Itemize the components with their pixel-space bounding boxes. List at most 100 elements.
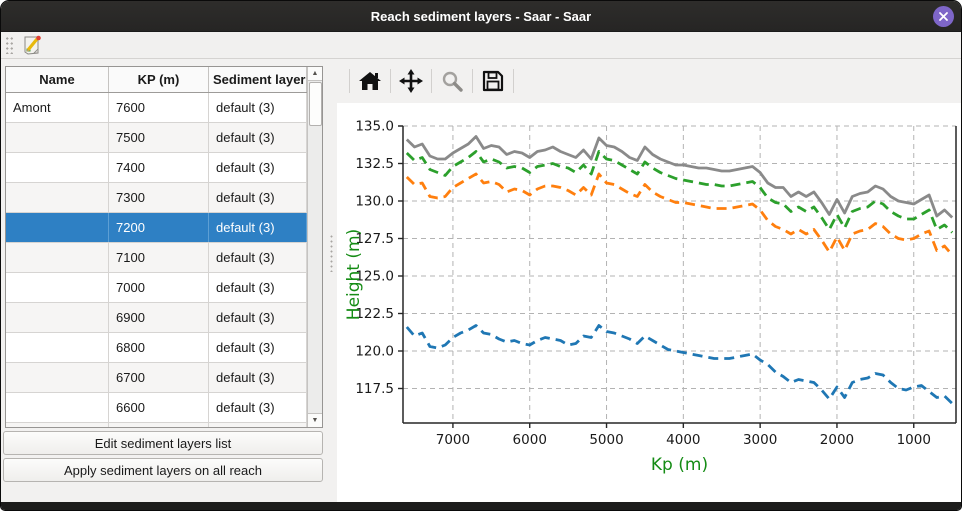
pan-button[interactable] [398, 68, 424, 94]
toolbar-separator [513, 69, 514, 93]
toolbar-separator [349, 69, 350, 93]
toolbar-drag-handle[interactable] [5, 36, 14, 54]
cell-name[interactable] [6, 423, 109, 427]
content-area: Name KP (m) Sediment layers Amont7600def… [1, 59, 961, 503]
y-tick-label: 132.5 [355, 156, 394, 172]
table-row[interactable] [6, 423, 307, 427]
close-icon [938, 11, 949, 22]
cell-layers[interactable]: default (3) [209, 363, 307, 392]
toolbar-separator [431, 69, 432, 93]
window-bottom-border [1, 502, 961, 510]
cell-layers[interactable]: default (3) [209, 273, 307, 302]
column-header-kp[interactable]: KP (m) [109, 67, 209, 92]
y-tick-label: 117.5 [355, 381, 394, 397]
scroll-up-button[interactable]: ▲ [308, 67, 323, 81]
table-header: Name KP (m) Sediment layers [6, 67, 307, 93]
cell-name[interactable] [6, 333, 109, 362]
scroll-down-button[interactable]: ▼ [308, 413, 323, 427]
plot-toolbar [337, 59, 961, 103]
window-title: Reach sediment layers - Saar - Saar [371, 9, 591, 24]
scrollbar-thumb[interactable] [309, 82, 322, 126]
titlebar: Reach sediment layers - Saar - Saar [1, 1, 961, 32]
cell-layers[interactable]: default (3) [209, 123, 307, 152]
cell-kp[interactable]: 7300 [109, 183, 209, 212]
x-tick-label: 1000 [897, 432, 931, 448]
table-row[interactable]: Amont7600default (3) [6, 93, 307, 123]
up-arrow-icon: ▲ [312, 70, 319, 77]
table-row[interactable]: 6900default (3) [6, 303, 307, 333]
table-row[interactable]: 7300default (3) [6, 183, 307, 213]
cell-kp[interactable]: 7200 [109, 213, 209, 242]
cell-layers[interactable]: default (3) [209, 333, 307, 362]
cell-kp[interactable]: 7500 [109, 123, 209, 152]
close-button[interactable] [933, 6, 954, 27]
table-body: Name KP (m) Sediment layers Amont7600def… [6, 67, 307, 427]
cell-name[interactable] [6, 393, 109, 422]
zoom-button[interactable] [439, 68, 465, 94]
apply-sediment-layers-button[interactable]: Apply sediment layers on all reach [3, 458, 323, 482]
table-scrollbar[interactable]: ▲ ▼ [307, 67, 322, 427]
table-row[interactable]: 7000default (3) [6, 273, 307, 303]
cell-kp[interactable] [109, 423, 209, 427]
y-axis-label: Height (m) [344, 229, 364, 320]
save-button[interactable] [480, 68, 506, 94]
x-axis-label: Kp (m) [651, 455, 708, 475]
table-rows: Amont7600default (3)7500default (3)7400d… [6, 93, 307, 427]
cell-layers[interactable]: default (3) [209, 393, 307, 422]
cell-name[interactable] [6, 273, 109, 302]
cell-name[interactable] [6, 213, 109, 242]
figure-background [337, 103, 961, 498]
cell-layers[interactable]: default (3) [209, 153, 307, 182]
cell-kp[interactable]: 6600 [109, 393, 209, 422]
cell-name[interactable] [6, 303, 109, 332]
column-header-layers[interactable]: Sediment layers [209, 67, 307, 92]
down-arrow-icon: ▼ [312, 417, 319, 424]
cell-layers[interactable] [209, 423, 307, 427]
cell-layers[interactable]: default (3) [209, 303, 307, 332]
table-row[interactable]: 7400default (3) [6, 153, 307, 183]
cell-layers[interactable]: default (3) [209, 93, 307, 122]
splitter-handle-icon [329, 234, 334, 272]
panel-splitter[interactable] [325, 59, 337, 503]
cell-kp[interactable]: 7600 [109, 93, 209, 122]
x-tick-label: 4000 [666, 432, 700, 448]
sediment-table-panel: Name KP (m) Sediment layers Amont7600def… [1, 59, 325, 503]
cell-kp[interactable]: 7100 [109, 243, 209, 272]
reach-sediment-layers-window: Reach sediment layers - Saar - Saar [0, 0, 962, 511]
zoom-magnifier-icon [439, 68, 465, 94]
home-button[interactable] [357, 68, 383, 94]
cell-name[interactable] [6, 183, 109, 212]
cell-name[interactable] [6, 243, 109, 272]
cell-kp[interactable]: 6700 [109, 363, 209, 392]
save-floppy-icon [480, 68, 506, 94]
cell-kp[interactable]: 7000 [109, 273, 209, 302]
edit-sediment-layers-list-button[interactable]: Edit sediment layers list [3, 431, 323, 455]
x-tick-label: 7000 [436, 432, 470, 448]
cell-name[interactable] [6, 363, 109, 392]
edit-sediment-button[interactable] [20, 33, 44, 57]
sediment-table: Name KP (m) Sediment layers Amont7600def… [5, 66, 323, 428]
table-row[interactable]: 6800default (3) [6, 333, 307, 363]
y-tick-label: 130.0 [355, 194, 394, 210]
toolbar-separator [472, 69, 473, 93]
column-header-name[interactable]: Name [6, 67, 109, 92]
cell-name[interactable] [6, 123, 109, 152]
cell-name[interactable]: Amont [6, 93, 109, 122]
y-tick-label: 120.0 [355, 344, 394, 360]
edit-document-icon [20, 33, 44, 57]
profile-chart[interactable]: 7000600050004000300020001000117.5120.012… [337, 103, 961, 498]
cell-layers[interactable]: default (3) [209, 243, 307, 272]
cell-kp[interactable]: 7400 [109, 153, 209, 182]
sediment-profile-figure[interactable]: 7000600050004000300020001000117.5120.012… [337, 103, 961, 503]
table-row[interactable]: 7200default (3) [6, 213, 307, 243]
cell-layers[interactable]: default (3) [209, 213, 307, 242]
cell-kp[interactable]: 6800 [109, 333, 209, 362]
cell-kp[interactable]: 6900 [109, 303, 209, 332]
main-toolbar [1, 32, 961, 59]
table-row[interactable]: 7100default (3) [6, 243, 307, 273]
table-row[interactable]: 6700default (3) [6, 363, 307, 393]
cell-layers[interactable]: default (3) [209, 183, 307, 212]
cell-name[interactable] [6, 153, 109, 182]
table-row[interactable]: 7500default (3) [6, 123, 307, 153]
table-row[interactable]: 6600default (3) [6, 393, 307, 423]
